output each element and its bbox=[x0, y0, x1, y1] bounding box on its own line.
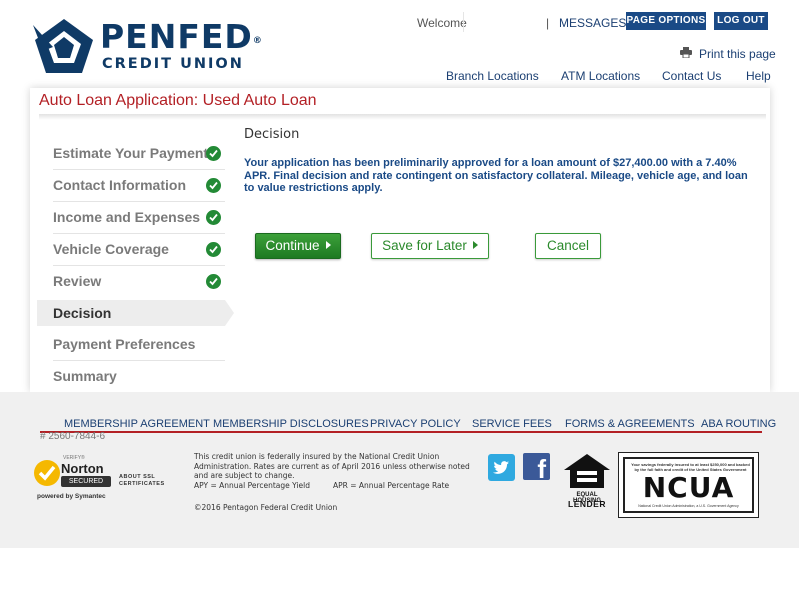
norton-check-icon bbox=[34, 460, 60, 486]
legal-apy: APY = Annual Percentage Yield bbox=[194, 480, 311, 490]
norton-about-line-1: ABOUT SSL bbox=[119, 474, 156, 480]
arrow-right-icon bbox=[325, 241, 331, 249]
step-vehicle-coverage[interactable]: Vehicle Coverage bbox=[53, 241, 225, 257]
arrow-right-icon bbox=[472, 241, 478, 249]
step-contact-information[interactable]: Contact Information bbox=[53, 177, 225, 193]
ncua-insured-seal: Your savings federally insured to at lea… bbox=[618, 452, 759, 518]
step-divider bbox=[53, 233, 225, 234]
step-summary: Summary bbox=[53, 368, 117, 384]
active-step-arrow bbox=[225, 300, 234, 326]
penfed-logo[interactable]: PENFED® CREDIT UNION bbox=[33, 17, 263, 77]
ehl-line-2: LENDER bbox=[568, 499, 606, 509]
routing-number: # 2560-7844-6 bbox=[40, 431, 106, 442]
step-complete-check-icon bbox=[206, 242, 221, 257]
nav-contact-us[interactable]: Contact Us bbox=[662, 69, 721, 83]
cancel-button[interactable]: Cancel bbox=[535, 233, 601, 259]
save-for-later-button[interactable]: Save for Later bbox=[371, 233, 489, 259]
step-divider bbox=[53, 169, 225, 170]
legal-apr: APR = Annual Percentage Rate bbox=[333, 480, 450, 490]
continue-label: Continue bbox=[265, 238, 320, 253]
norton-secured-seal[interactable]: VERIFY® Norton SECURED powered by Symant… bbox=[33, 455, 183, 503]
twitter-icon[interactable] bbox=[488, 454, 515, 481]
save-for-later-label: Save for Later bbox=[382, 238, 467, 253]
norton-about-line-2: CERTIFICATES bbox=[119, 481, 165, 487]
equal-housing-icon bbox=[564, 454, 610, 488]
legal-disclosure: This credit union is federally insured b… bbox=[194, 452, 484, 512]
page-options-button[interactable]: PAGE OPTIONS ▾ bbox=[626, 12, 706, 44]
decision-heading: Decision bbox=[244, 127, 300, 142]
footer-service-fees[interactable]: SERVICE FEES bbox=[472, 418, 552, 430]
step-divider bbox=[53, 265, 225, 266]
step-divider bbox=[53, 201, 225, 202]
continue-button[interactable]: Continue bbox=[255, 233, 341, 259]
footer-membership-agreement[interactable]: MEMBERSHIP AGREEMENT bbox=[64, 418, 210, 430]
footer-forms-agreements[interactable]: FORMS & AGREEMENTS bbox=[565, 418, 695, 430]
title-divider bbox=[39, 114, 766, 120]
messages-link[interactable]: MESSAGES bbox=[559, 16, 626, 30]
header: PENFED® CREDIT UNION Welcome | MESSAGES … bbox=[0, 0, 799, 88]
nav-atm-locations[interactable]: ATM Locations bbox=[561, 69, 640, 83]
ncua-bottom-text: National Credit Union Administration, a … bbox=[638, 504, 739, 508]
logo-subtitle: CREDIT UNION bbox=[102, 56, 244, 72]
ncua-wordmark: NCUA bbox=[642, 471, 735, 504]
page-title: Auto Loan Application: Used Auto Loan bbox=[39, 92, 317, 109]
welcome-user-name bbox=[463, 12, 543, 32]
norton-powered-by: powered by Symantec bbox=[37, 493, 106, 500]
printer-icon[interactable] bbox=[680, 47, 692, 58]
equal-housing-lender-logo: EQUAL HOUSING LENDER bbox=[562, 452, 612, 510]
legal-insured-text: This credit union is federally insured b… bbox=[194, 452, 470, 480]
copyright: ©2016 Pentagon Federal Credit Union bbox=[194, 502, 338, 512]
footer-membership-disclosures[interactable]: MEMBERSHIP DISCLOSURES bbox=[213, 418, 369, 430]
step-decision[interactable]: Decision bbox=[53, 305, 225, 321]
step-complete-check-icon bbox=[206, 146, 221, 161]
penfed-logo-mark-icon bbox=[33, 19, 93, 73]
step-complete-check-icon bbox=[206, 178, 221, 193]
step-complete-check-icon bbox=[206, 210, 221, 225]
decision-message: Your application has been preliminarily … bbox=[244, 157, 748, 194]
norton-brand: Norton bbox=[61, 461, 104, 476]
norton-secured: SECURED bbox=[61, 476, 111, 487]
logo-registered-mark: ® bbox=[252, 36, 262, 46]
nav-help[interactable]: Help bbox=[746, 69, 771, 83]
step-review[interactable]: Review bbox=[53, 273, 225, 289]
footer-privacy-policy[interactable]: PRIVACY POLICY bbox=[370, 418, 461, 430]
footer-aba-routing[interactable]: ABA ROUTING bbox=[701, 418, 776, 430]
print-page-link[interactable]: Print this page bbox=[699, 47, 776, 61]
nav-branch-locations[interactable]: Branch Locations bbox=[446, 69, 539, 83]
logo-name: PENFED bbox=[100, 17, 253, 56]
header-separator: | bbox=[546, 16, 550, 30]
facebook-icon[interactable]: f bbox=[523, 453, 550, 482]
welcome-text: Welcome bbox=[417, 16, 467, 30]
step-income-and-expenses[interactable]: Income and Expenses bbox=[53, 209, 225, 225]
step-estimate-your-payment[interactable]: Estimate Your Payment bbox=[53, 145, 225, 161]
step-payment-preferences: Payment Preferences bbox=[53, 336, 196, 352]
logout-button[interactable]: LOG OUT bbox=[714, 12, 768, 30]
footer-divider bbox=[40, 431, 762, 433]
step-divider bbox=[53, 360, 225, 361]
step-complete-check-icon bbox=[206, 274, 221, 289]
